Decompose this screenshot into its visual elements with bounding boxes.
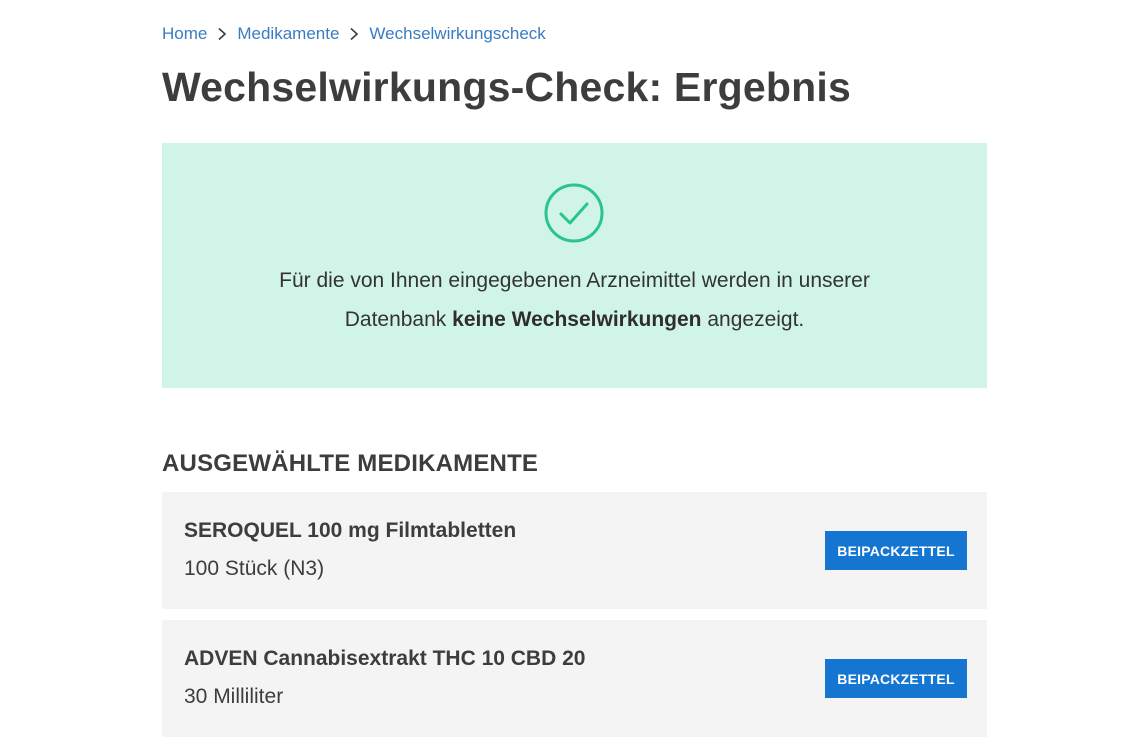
page-title: Wechselwirkungs-Check: Ergebnis <box>162 64 851 110</box>
check-circle-icon <box>544 183 604 243</box>
medication-name: ADVEN Cannabisextrakt THC 10 CBD 20 <box>184 647 586 670</box>
result-message-suffix: angezeigt. <box>701 308 805 331</box>
breadcrumb-medikamente-link[interactable]: Medikamente <box>237 23 339 45</box>
result-box: Für die von Ihnen eingegebenen Arzneimit… <box>162 143 987 388</box>
medication-quantity: 100 Stück (N3) <box>184 557 325 580</box>
breadcrumb-home-link[interactable]: Home <box>162 23 207 45</box>
package-leaflet-button[interactable]: BEIPACKZETTEL <box>825 531 967 570</box>
result-message-line1: Für die von Ihnen eingegebenen Arzneimit… <box>279 269 870 292</box>
page: Home Medikamente Wechselwirkungscheck We… <box>0 0 1137 742</box>
medication-card: SEROQUEL 100 mg Filmtabletten 100 Stück … <box>162 492 987 609</box>
result-message-prefix: Datenbank <box>344 308 453 331</box>
package-leaflet-button[interactable]: BEIPACKZETTEL <box>825 659 967 698</box>
medication-name: SEROQUEL 100 mg Filmtabletten <box>184 519 517 542</box>
breadcrumb: Home Medikamente Wechselwirkungscheck <box>162 23 546 45</box>
chevron-right-icon <box>207 23 237 45</box>
medication-card: ADVEN Cannabisextrakt THC 10 CBD 20 30 M… <box>162 620 987 737</box>
section-heading: AUSGEWÄHLTE MEDIKAMENTE <box>162 450 539 477</box>
chevron-right-icon <box>339 23 369 45</box>
medication-quantity: 30 Milliliter <box>184 685 284 708</box>
result-message-line2: Datenbank keine Wechselwirkungen angezei… <box>162 300 987 339</box>
breadcrumb-wechselwirkungscheck-link[interactable]: Wechselwirkungscheck <box>369 23 545 45</box>
result-message-highlight: keine Wechselwirkungen <box>452 308 702 331</box>
result-message: Für die von Ihnen eingegebenen Arzneimit… <box>162 261 987 339</box>
